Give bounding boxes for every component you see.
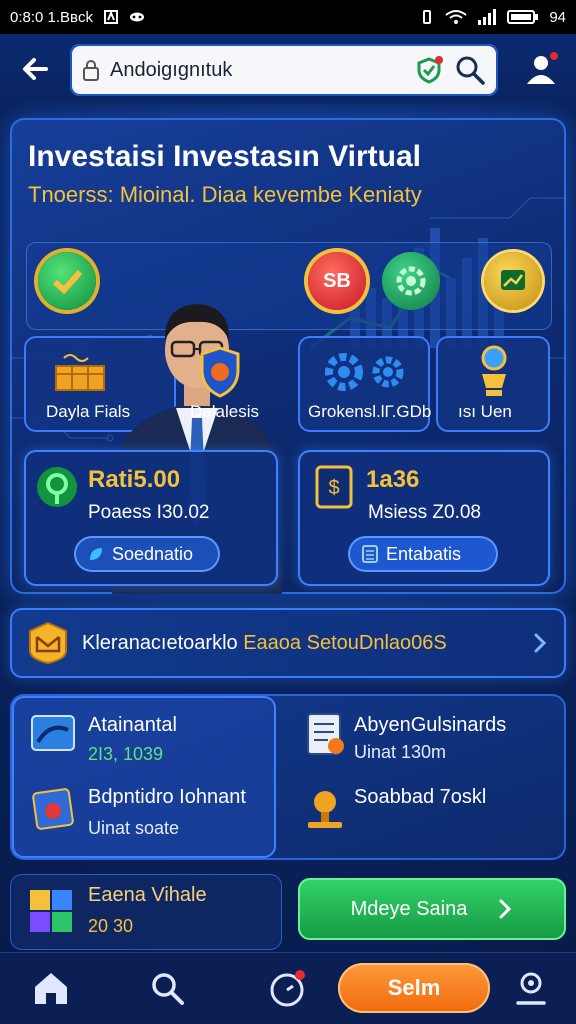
item-1-title[interactable]: Atainantal <box>88 714 177 737</box>
item-2-value: Uinat 130m <box>354 742 447 762</box>
bottom-card[interactable]: Eaena Vihale 20 30 <box>10 874 282 950</box>
microphone-icon <box>308 791 342 828</box>
gift-card-icon <box>32 788 74 830</box>
leaf-icon <box>90 548 102 560</box>
stat-left-value: Rati5.00 <box>88 466 181 493</box>
clock-notification-icon <box>270 970 305 1007</box>
back-arrow-icon[interactable] <box>18 52 52 86</box>
trophy-icon <box>481 345 507 396</box>
user-profile-icon[interactable] <box>522 50 560 88</box>
game-controller-icon <box>130 12 145 22</box>
nav-activity[interactable] <box>264 965 310 1011</box>
cta-button[interactable]: Mdeye Saina <box>298 878 566 940</box>
stat-card-left[interactable]: Rati5.00 Poaess I30.02 Soednatio <box>24 450 278 586</box>
item-3-title[interactable]: Bdpntidro Iohnant <box>88 786 246 809</box>
stat-right-value: 1a36 <box>366 466 420 493</box>
nav-home[interactable] <box>28 965 74 1011</box>
shield-icon <box>200 346 240 398</box>
hero-title: Investaisi Investasın Virtual <box>28 140 421 173</box>
checkmark-coin-icon <box>38 252 96 310</box>
stat-card-right[interactable]: $ 1a36 Msiess Z0.08 Entabatis <box>298 450 550 586</box>
notification-icon <box>104 10 119 24</box>
sell-button[interactable]: Selm <box>338 963 490 1013</box>
bottom-card-value: 20 30 <box>88 916 134 936</box>
gold-bars-icon <box>55 354 105 391</box>
tile-shield-label: Dalalesis <box>190 402 259 421</box>
battery-level: 94 <box>549 8 566 26</box>
stat-left-sub: Poaess I30.02 <box>88 502 210 523</box>
stat-right-button[interactable]: Entabatis <box>348 536 498 572</box>
stat-left-button-label: Soednatio <box>112 543 194 564</box>
search-icon <box>152 973 184 1005</box>
promo-banner[interactable]: Kleranacıetoarklo Eaaoa SetouDnlao06S <box>10 608 566 678</box>
search-icon[interactable] <box>454 54 486 86</box>
sell-button-label: Selm <box>387 975 441 1000</box>
bottom-nav: Selm <box>0 952 576 1024</box>
stat-right-sub: Msiess Z0.08 <box>368 502 481 523</box>
chevron-right-icon[interactable] <box>530 631 550 655</box>
promo-text: Kleranacıetoarklo Eaaoa SetouDnlao06S <box>82 632 518 655</box>
vibrate-icon <box>423 10 432 24</box>
chart-coin-icon <box>484 252 542 310</box>
profile-circle-icon <box>516 972 546 1005</box>
status-bar: 0:8:0 1.Bвck 94 <box>0 0 576 34</box>
wifi-icon <box>445 10 467 24</box>
nav-search[interactable] <box>144 965 190 1011</box>
stat-left-button[interactable]: Soednatio <box>74 536 220 572</box>
address-bar[interactable]: Andoigıgnıtuk <box>70 44 498 96</box>
item-1-value: 2I3, 1039 <box>88 744 164 764</box>
hero-card: Investaisi Investasın Virtual Tnoerss: M… <box>10 118 566 594</box>
promo-text-white: Kleranacıetoarklo <box>82 631 238 654</box>
nav-profile[interactable] <box>508 965 554 1011</box>
gears-icon <box>325 353 404 391</box>
promo-text-gold: Eaaoa SetouDnlao06S <box>243 631 447 654</box>
sb-coin-icon: SB <box>308 252 366 310</box>
investment-panel: Atainantal 2I3, 1039 Bdpntidro Iohnant U… <box>10 694 566 860</box>
address-text[interactable]: Andoigıgnıtuk <box>110 59 404 82</box>
document-icon <box>307 713 344 755</box>
gem-cube-icon <box>30 890 72 932</box>
tile-trophy-label: ısı Uen <box>458 402 512 421</box>
hero-subtitle: Tnoerss: Mioinal. Diaa kevembe Keniaty <box>28 182 422 207</box>
list-doc-icon <box>362 545 378 563</box>
item-3-value: Uinat soate <box>88 818 180 838</box>
status-time: 0:8:0 1.Bвck <box>10 8 94 26</box>
dollar-card-icon: $ <box>315 465 353 509</box>
location-pin-icon <box>37 467 77 507</box>
top-bar: Andoigıgnıtuk <box>0 34 576 104</box>
mail-badge-icon <box>29 621 67 665</box>
svg-text:$: $ <box>328 477 339 499</box>
item-4-title[interactable]: Soabbad 7oskl <box>354 786 486 809</box>
home-icon <box>35 973 67 1004</box>
tile-trophy[interactable]: ısı Uen <box>436 336 550 432</box>
screen-icon <box>31 715 75 751</box>
sb-coin-label: SB <box>323 269 351 292</box>
bottom-card-title: Eaena Vihale <box>88 884 207 906</box>
item-2-title[interactable]: AbyenGulsinards <box>354 714 506 737</box>
shield-check-icon[interactable] <box>414 55 444 85</box>
cta-button-label: Mdeye Saina <box>350 897 468 920</box>
growth-gear-icon <box>382 252 440 310</box>
battery-icon <box>507 10 539 24</box>
stat-right-button-label: Entabatis <box>386 543 462 564</box>
tile-gears-label: Grokensl.lГ.GDb <box>308 402 432 421</box>
tile-gears[interactable]: Grokensl.lГ.GDb <box>298 336 432 432</box>
signal-icon <box>478 9 497 25</box>
lock-icon <box>83 60 99 81</box>
chevron-right-icon <box>499 899 512 919</box>
tile-shield[interactable]: Dalalesis <box>160 336 292 432</box>
